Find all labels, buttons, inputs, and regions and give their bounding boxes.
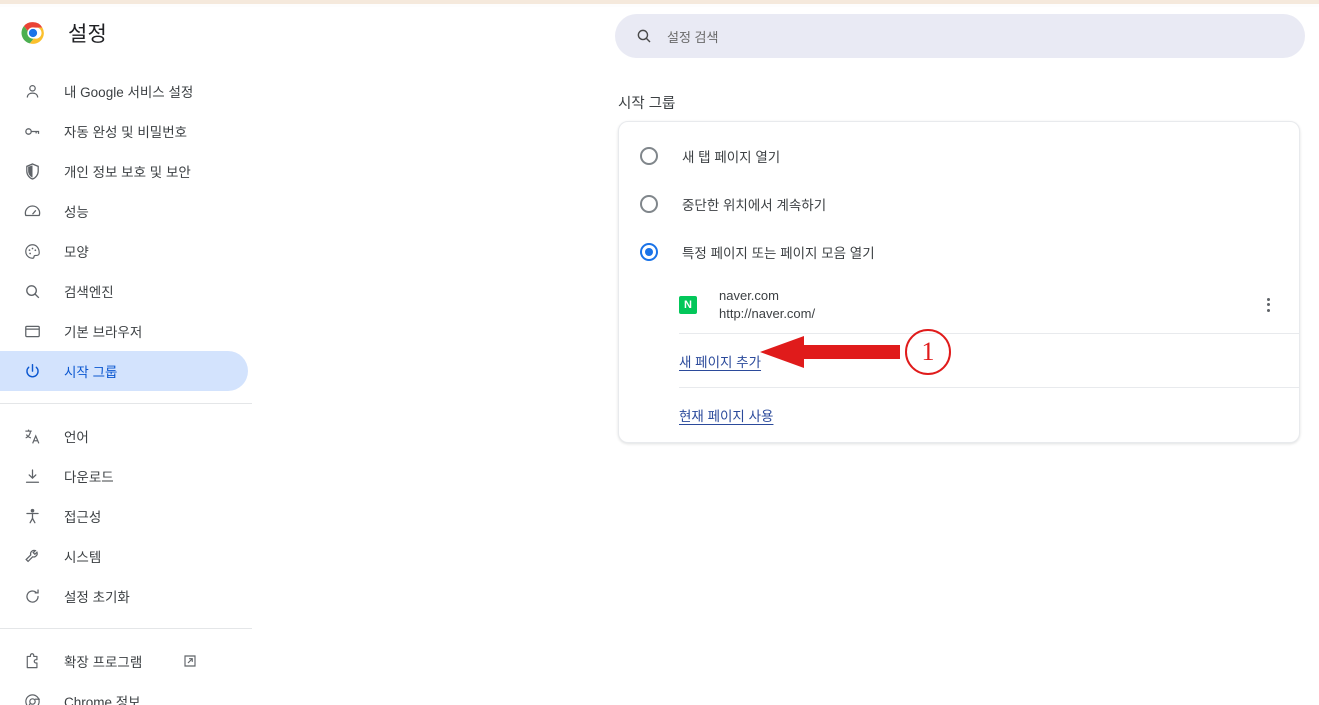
add-new-page-link[interactable]: 새 페이지 추가: [679, 351, 761, 371]
sidebar-item-label: 다운로드: [64, 470, 114, 485]
search-icon: [635, 27, 653, 45]
palette-icon: [22, 241, 42, 261]
open-in-new-icon[interactable]: [182, 653, 198, 669]
startup-page-row: N naver.com http://naver.com/: [679, 276, 1299, 334]
use-current-pages-link[interactable]: 현재 페이지 사용: [679, 405, 773, 425]
radio-label: 새 탭 페이지 열기: [682, 150, 781, 165]
sidebar-item-google-services[interactable]: 내 Google 서비스 설정: [0, 71, 248, 111]
radio-continue-where-left-off[interactable]: 중단한 위치에서 계속하기: [619, 180, 1299, 228]
section-title: 시작 그룹: [618, 96, 676, 112]
sidebar-item-label: 언어: [64, 430, 89, 445]
wrench-icon: [22, 546, 42, 566]
sidebar-nav: 내 Google 서비스 설정 자동 완성 및 비밀번호 개인 정보 보호 및 …: [0, 71, 300, 705]
brand-header: 설정: [0, 7, 300, 59]
chrome-logo-icon: [20, 20, 46, 46]
sidebar-item-label: 설정 초기화: [64, 590, 130, 605]
search-placeholder: 설정 검색: [667, 29, 719, 45]
window-icon: [22, 321, 42, 341]
sidebar-item-label: 내 Google 서비스 설정: [64, 85, 194, 100]
settings-page: 설정 내 Google 서비스 설정 자동 완성 및 비밀번호 개인 정보 보호…: [0, 0, 1319, 705]
sidebar-item-label: 검색엔진: [64, 285, 114, 300]
sidebar-item-label: 개인 정보 보호 및 보안: [64, 165, 191, 180]
search-settings-field[interactable]: 설정 검색: [615, 14, 1305, 58]
site-text-block: naver.com http://naver.com/: [719, 288, 815, 321]
sidebar: 설정 내 Google 서비스 설정 자동 완성 및 비밀번호 개인 정보 보호…: [0, 7, 300, 705]
main-content: 설정 검색 시작 그룹 새 탭 페이지 열기 중단한 위치에서 계속하기 특정 …: [300, 7, 1319, 705]
add-new-page-row: 새 페이지 추가: [679, 334, 1299, 388]
chrome-info-icon: [22, 691, 42, 705]
radio-label: 중단한 위치에서 계속하기: [682, 198, 827, 213]
key-icon: [22, 121, 42, 141]
sidebar-item-label: 기본 브라우저: [64, 325, 143, 340]
sidebar-item-label: 시스템: [64, 550, 102, 565]
sidebar-item-performance[interactable]: 성능: [0, 191, 248, 231]
sidebar-item-downloads[interactable]: 다운로드: [0, 456, 248, 496]
startup-settings-card: 새 탭 페이지 열기 중단한 위치에서 계속하기 특정 페이지 또는 페이지 모…: [618, 121, 1300, 443]
sidebar-item-reset-settings[interactable]: 설정 초기화: [0, 576, 248, 616]
sidebar-item-label: 성능: [64, 205, 89, 220]
accessibility-icon: [22, 506, 42, 526]
sidebar-divider-2: [0, 628, 252, 629]
radio-open-specific-pages[interactable]: 특정 페이지 또는 페이지 모음 열기: [619, 228, 1299, 276]
radio-circle-icon: [640, 195, 658, 213]
sidebar-divider-1: [0, 403, 252, 404]
sidebar-item-label: 모양: [64, 245, 89, 260]
extension-icon: [22, 651, 42, 671]
search-icon: [22, 281, 42, 301]
sidebar-item-languages[interactable]: 언어: [0, 416, 248, 456]
restore-icon: [22, 586, 42, 606]
sidebar-item-startup[interactable]: 시작 그룹: [0, 351, 248, 391]
page-title: 설정: [68, 23, 108, 46]
person-icon: [22, 81, 42, 101]
sidebar-item-about-chrome[interactable]: Chrome 정보: [0, 681, 248, 705]
site-name: naver.com: [719, 288, 779, 303]
sidebar-item-label: 접근성: [64, 510, 102, 525]
use-current-pages-row: 현재 페이지 사용: [679, 388, 1299, 442]
radio-open-new-tab[interactable]: 새 탭 페이지 열기: [619, 132, 1299, 180]
site-url: http://naver.com/: [719, 306, 816, 321]
sidebar-item-accessibility[interactable]: 접근성: [0, 496, 248, 536]
sidebar-item-label: 확장 프로그램: [64, 655, 143, 670]
sidebar-item-appearance[interactable]: 모양: [0, 231, 248, 271]
sidebar-item-extensions[interactable]: 확장 프로그램: [0, 641, 248, 681]
sidebar-item-label: Chrome 정보: [64, 695, 141, 705]
naver-favicon-icon: N: [679, 295, 697, 314]
radio-label: 특정 페이지 또는 페이지 모음 열기: [682, 246, 875, 261]
sidebar-item-default-browser[interactable]: 기본 브라우저: [0, 311, 248, 351]
radio-circle-selected-icon: [640, 243, 658, 261]
shield-icon: [22, 161, 42, 181]
sidebar-item-label: 자동 완성 및 비밀번호: [64, 125, 188, 140]
sidebar-item-label: 시작 그룹: [64, 365, 118, 380]
sidebar-item-autofill-passwords[interactable]: 자동 완성 및 비밀번호: [0, 111, 248, 151]
speedometer-icon: [22, 201, 42, 221]
sidebar-item-privacy-security[interactable]: 개인 정보 보호 및 보안: [0, 151, 248, 191]
sidebar-item-system[interactable]: 시스템: [0, 536, 248, 576]
download-icon: [22, 466, 42, 486]
sidebar-item-search-engine[interactable]: 검색엔진: [0, 271, 248, 311]
power-icon: [22, 361, 42, 381]
radio-circle-icon: [640, 147, 658, 165]
translate-icon: [22, 426, 42, 446]
more-vertical-icon[interactable]: [1255, 292, 1281, 318]
